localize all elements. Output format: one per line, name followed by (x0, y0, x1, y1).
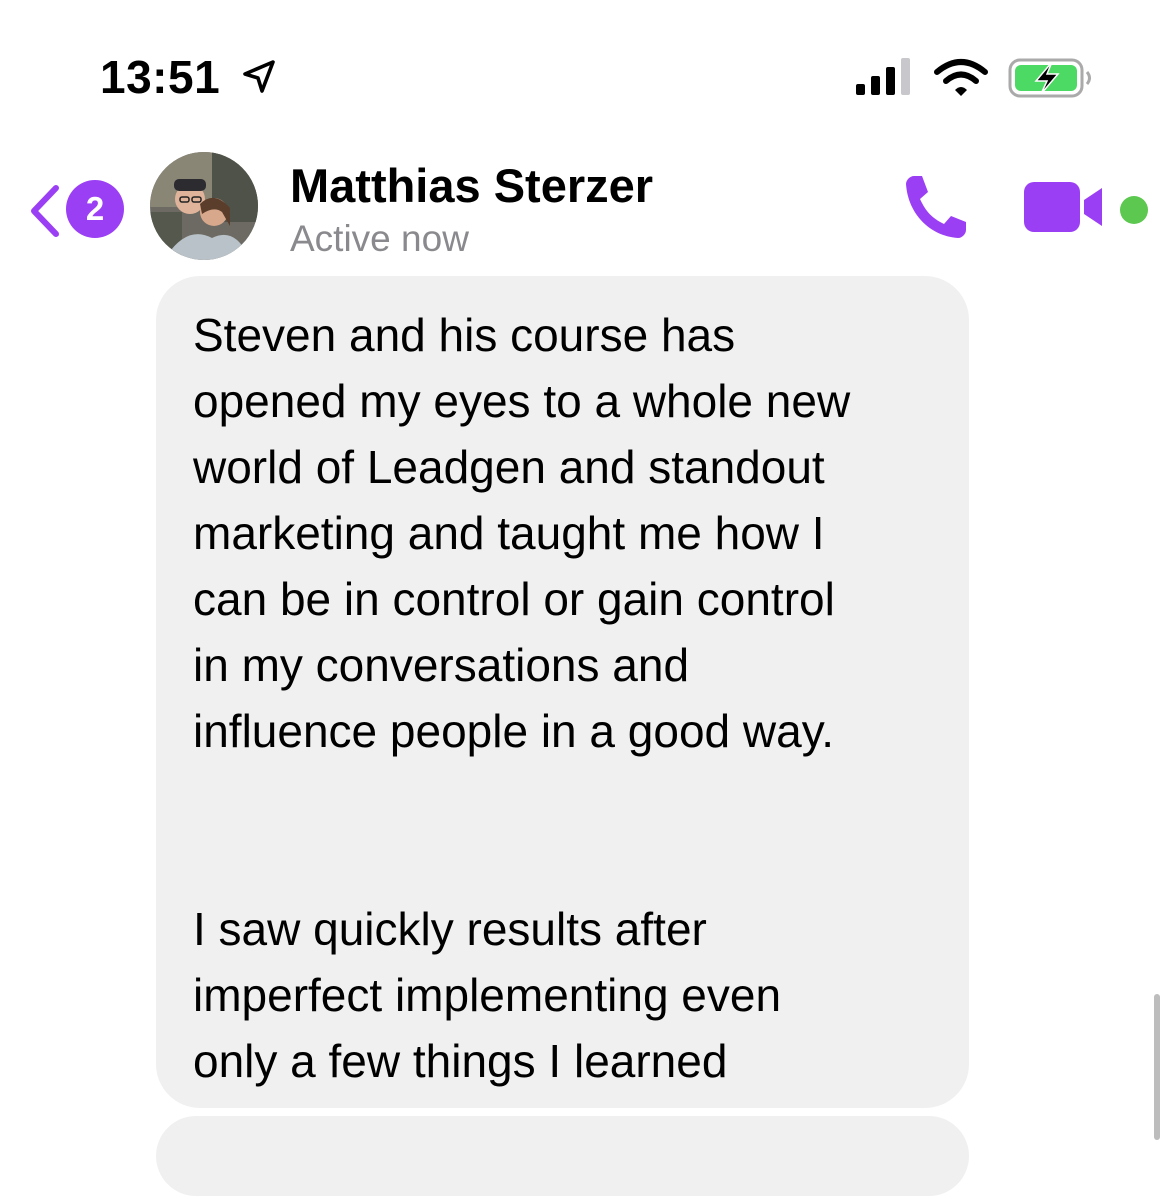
chat-header: 2 Matthias Sterzer Active now (0, 130, 1170, 275)
message-bubble-next[interactable] (156, 1116, 969, 1196)
contact-avatar[interactable] (150, 152, 258, 260)
status-time: 13:51 (100, 51, 221, 103)
cellular-signal-icon (856, 58, 910, 95)
online-indicator (1120, 196, 1148, 224)
message-text: Steven and his course has opened my eyes… (193, 309, 851, 1087)
contact-name[interactable]: Matthias Sterzer (290, 158, 653, 213)
status-bar: 13:51 (0, 0, 1170, 130)
contact-status: Active now (290, 218, 469, 259)
unread-badge: 2 (66, 180, 124, 238)
video-camera-icon[interactable] (1024, 180, 1108, 234)
phone-icon[interactable] (900, 172, 970, 242)
chevron-left-icon (31, 185, 59, 237)
message-bubble[interactable]: Steven and his course has opened my eyes… (156, 276, 969, 1108)
wifi-icon (934, 59, 988, 96)
back-button[interactable]: 2 (26, 178, 126, 242)
scroll-indicator[interactable] (1154, 994, 1160, 1140)
location-arrow-icon (243, 60, 275, 93)
battery-charging-icon (1008, 58, 1091, 98)
